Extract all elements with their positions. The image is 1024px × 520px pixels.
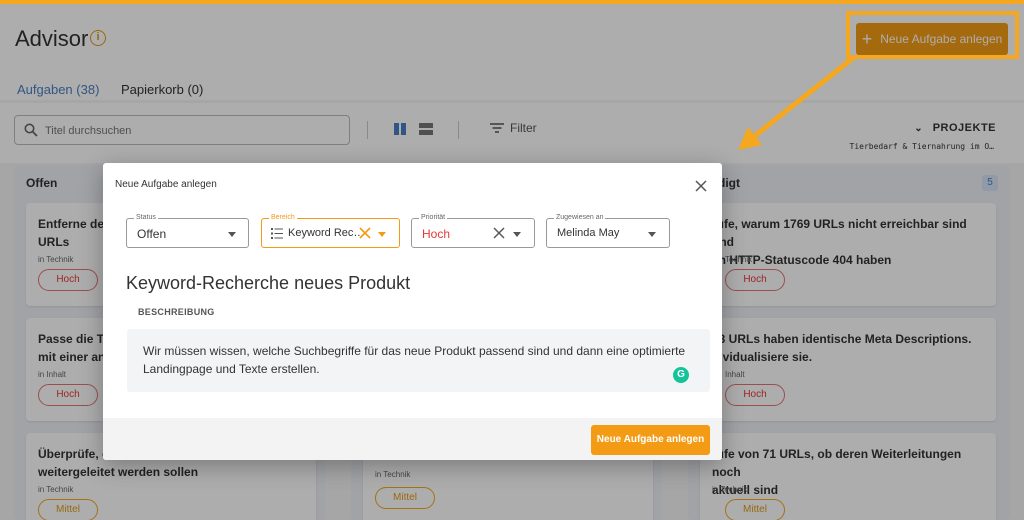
description-text: Wir müssen wissen, welche Suchbegriffe f… — [143, 344, 686, 376]
new-task-modal: Neue Aufgabe anlegen Status Offen Bereic… — [103, 163, 722, 460]
list-icon — [271, 228, 283, 239]
close-icon[interactable] — [694, 179, 708, 193]
priority-value: Hoch — [422, 227, 451, 241]
dropdown-arrow-icon — [513, 232, 521, 237]
status-select[interactable]: Status Offen — [126, 213, 249, 248]
priority-label: Priorität — [419, 213, 448, 223]
dropdown-arrow-icon — [378, 232, 386, 237]
assignee-label: Zugewiesen an — [554, 213, 606, 223]
bereich-label: Bereich — [269, 213, 297, 223]
description-editor[interactable]: Wir müssen wissen, welche Suchbegriffe f… — [127, 329, 710, 392]
priority-select[interactable]: Priorität Hoch — [411, 213, 535, 248]
status-value: Offen — [137, 227, 167, 241]
assignee-select[interactable]: Zugewiesen an Melinda May — [546, 213, 670, 248]
status-label: Status — [134, 213, 158, 223]
grammarly-icon[interactable]: G — [673, 367, 689, 383]
dropdown-arrow-icon — [228, 232, 236, 237]
bereich-select[interactable]: Bereich Keyword Rec… — [261, 213, 400, 248]
clear-icon[interactable] — [493, 227, 505, 239]
modal-title: Neue Aufgabe anlegen — [115, 179, 217, 190]
clear-icon[interactable] — [359, 227, 371, 239]
modal-footer: Neue Aufgabe anlegen — [103, 418, 722, 460]
assignee-value: Melinda May — [557, 227, 620, 239]
task-title-input[interactable]: Keyword-Recherche neues Produkt — [126, 273, 410, 294]
submit-task-button[interactable]: Neue Aufgabe anlegen — [591, 425, 710, 455]
bereich-value: Keyword Rec… — [288, 227, 365, 239]
description-label: BESCHREIBUNG — [138, 307, 215, 317]
dropdown-arrow-icon — [648, 232, 656, 237]
